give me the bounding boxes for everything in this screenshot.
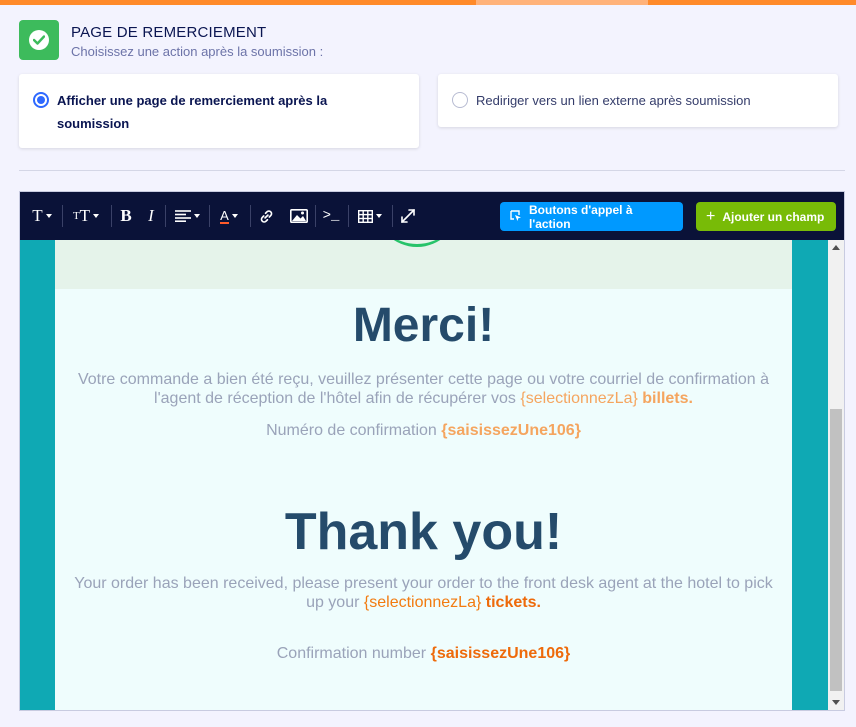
image-icon[interactable] <box>288 204 310 228</box>
toolbar-separator <box>165 205 166 227</box>
email-body: Merci! Votre commande a bien été reçu, v… <box>55 240 792 710</box>
add-field-button[interactable]: + Ajouter un champ <box>696 202 836 231</box>
toolbar-separator <box>209 205 210 227</box>
toolbar-separator <box>392 205 393 227</box>
fr-tail: billets. <box>642 390 693 407</box>
en-conf-placeholder: {saisissezUne106} <box>430 645 571 662</box>
table-icon[interactable] <box>354 204 386 228</box>
en-conf-label: Confirmation number <box>276 645 427 662</box>
scroll-thumb[interactable] <box>830 409 842 691</box>
toolbar-separator <box>250 205 251 227</box>
toolbar-separator <box>348 205 349 227</box>
en-placeholder: {selectionnezLa} <box>363 594 482 611</box>
editor-toolbar: T TT B I A >_ Boutons d'appel à l'action… <box>20 192 844 240</box>
progress-bar <box>0 0 856 5</box>
cta-buttons-label: Boutons d'appel à l'action <box>529 202 633 231</box>
cta-buttons-button[interactable]: Boutons d'appel à l'action <box>500 202 683 231</box>
option-show-thankyou-page[interactable]: Afficher une page de remerciement après … <box>19 74 419 148</box>
radio-unselected-icon[interactable] <box>452 92 468 108</box>
plus-icon: + <box>706 207 716 225</box>
link-icon[interactable] <box>255 204 277 228</box>
header-band <box>55 240 792 289</box>
scroll-down-icon[interactable] <box>832 700 840 705</box>
fullscreen-icon[interactable] <box>397 204 419 228</box>
fr-confirmation: Numéro de confirmation {saisissezUne106} <box>55 422 792 440</box>
toolbar-separator <box>315 205 316 227</box>
rich-text-editor[interactable]: T TT B I A >_ Boutons d'appel à l'action… <box>19 191 845 711</box>
page-subtitle: Choisissez une action après la soumissio… <box>71 44 324 59</box>
option-label: Afficher une page de remerciement après … <box>57 93 328 131</box>
radio-selected-icon[interactable] <box>33 92 49 108</box>
check-badge <box>19 20 59 60</box>
font-size-icon[interactable]: TT <box>68 204 104 228</box>
scrollbar[interactable] <box>828 240 844 710</box>
page-title: PAGE DE REMERCIEMENT <box>71 24 267 41</box>
fr-conf-placeholder: {saisissezUne106} <box>441 422 581 439</box>
thanks-heading: Thank you! <box>284 503 563 561</box>
en-message: Your order has been received, please pre… <box>70 574 777 612</box>
toolbar-separator <box>62 205 63 227</box>
en-tail: tickets. <box>485 594 541 611</box>
toolbar-separator <box>111 205 112 227</box>
fr-message: Votre commande a bien été reçu, veuillez… <box>70 370 777 408</box>
fr-placeholder: {selectionnezLa} <box>520 390 638 407</box>
fr-conf-label: Numéro de confirmation <box>266 422 437 439</box>
text-format-icon[interactable]: T <box>28 204 56 228</box>
progress-segment <box>476 0 648 5</box>
success-arc-icon <box>375 240 459 247</box>
divider <box>19 170 845 171</box>
align-icon[interactable] <box>170 204 204 228</box>
add-field-label: Ajouter un champ <box>722 209 825 224</box>
italic-icon[interactable]: I <box>141 204 161 228</box>
check-circle-icon <box>29 30 49 50</box>
option-label: Rediriger vers un lien externe après sou… <box>476 93 751 108</box>
merci-heading: Merci! <box>352 299 495 352</box>
bold-icon[interactable]: B <box>116 204 136 228</box>
en-confirmation: Confirmation number {saisissezUne106} <box>55 645 792 663</box>
cursor-box-icon <box>510 209 522 225</box>
editor-canvas[interactable]: Merci! Votre commande a bien été reçu, v… <box>20 240 828 710</box>
code-icon[interactable]: >_ <box>320 204 342 228</box>
text-color-icon[interactable]: A <box>214 204 244 228</box>
option-redirect-external[interactable]: Rediriger vers un lien externe après sou… <box>438 74 838 127</box>
scroll-up-icon[interactable] <box>832 245 840 250</box>
